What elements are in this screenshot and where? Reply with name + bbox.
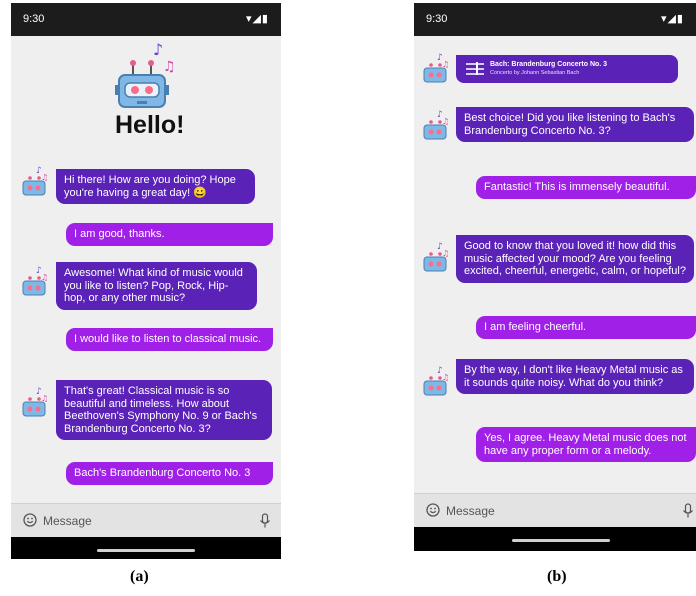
- sheet-music-icon: [466, 62, 484, 75]
- robot-icon: ♪ ♫: [115, 40, 176, 108]
- smile-icon[interactable]: [23, 513, 37, 527]
- bot-message: Good to know that you loved it! how did …: [456, 235, 694, 283]
- bot-message: Best choice! Did you like listening to B…: [456, 107, 694, 142]
- phone-screen-a: 9:30 ▾◢▮ ♪ ♫ Hello! ♪ ♫ Hi there! How ar…: [11, 3, 281, 559]
- hello-header: ♪ ♫ Hello!: [103, 39, 193, 139]
- user-message: Yes, I agree. Heavy Metal music does not…: [476, 427, 696, 462]
- user-message: Fantastic! This is immensely beautiful.: [476, 176, 696, 199]
- status-time: 9:30: [426, 13, 448, 25]
- bot-avatar-icon: ♪ ♫: [423, 110, 449, 140]
- bot-avatar-icon: ♪ ♫: [423, 366, 449, 396]
- bot-avatar-icon: ♪ ♫: [22, 266, 48, 296]
- navigation-bar: [414, 527, 696, 551]
- bot-avatar-icon: ♪ ♫: [22, 387, 48, 417]
- bot-avatar-icon: ♪ ♫: [22, 166, 48, 196]
- user-message: Bach's Brandenburg Concerto No. 3: [66, 462, 273, 485]
- bot-message: Hi there! How are you doing? Hope you're…: [56, 169, 255, 204]
- bot-message: By the way, I don't like Heavy Metal mus…: [456, 359, 694, 394]
- navigation-bar: [11, 537, 281, 559]
- bot-avatar-icon: ♪ ♫: [423, 242, 449, 272]
- status-time: 9:30: [23, 13, 45, 25]
- caption-b: (b): [547, 568, 567, 585]
- home-indicator[interactable]: [512, 539, 610, 542]
- signal-battery-icon: ▾◢▮: [245, 13, 269, 25]
- phone-screen-b: 9:30 ▾◢▮ ♪ ♫ Bach: Brandenburg Concerto …: [414, 3, 696, 551]
- home-indicator[interactable]: [97, 549, 195, 552]
- music-card-title: Bach: Brandenburg Concerto No. 3: [490, 61, 608, 68]
- music-card-subtitle: Concerto by Johann Sebastian Bach: [490, 70, 580, 76]
- status-bar: 9:30 ▾◢▮: [414, 3, 696, 36]
- mic-icon[interactable]: [259, 513, 271, 529]
- user-message: I am good, thanks.: [66, 223, 273, 246]
- mic-icon[interactable]: [682, 503, 694, 519]
- svg-text:♪: ♪: [153, 40, 163, 59]
- message-input-bar[interactable]: Message: [11, 503, 281, 537]
- music-card[interactable]: Bach: Brandenburg Concerto No. 3 Concert…: [456, 55, 678, 83]
- bot-avatar-icon: ♪ ♫: [423, 53, 449, 83]
- user-message: I would like to listen to classical musi…: [66, 328, 273, 351]
- message-input[interactable]: Message: [43, 514, 92, 528]
- svg-text:♫: ♫: [163, 59, 176, 75]
- bot-message: Awesome! What kind of music would you li…: [56, 262, 257, 310]
- message-input[interactable]: Message: [446, 504, 495, 518]
- greeting-title: Hello!: [115, 111, 185, 139]
- signal-battery-icon: ▾◢▮: [660, 13, 684, 25]
- caption-a: (a): [130, 568, 149, 585]
- user-message: I am feeling cheerful.: [476, 316, 696, 339]
- status-bar: 9:30 ▾◢▮: [11, 3, 281, 36]
- bot-message: That's great! Classical music is so beau…: [56, 380, 272, 440]
- smile-icon[interactable]: [426, 503, 440, 517]
- message-input-bar[interactable]: Message: [414, 493, 696, 527]
